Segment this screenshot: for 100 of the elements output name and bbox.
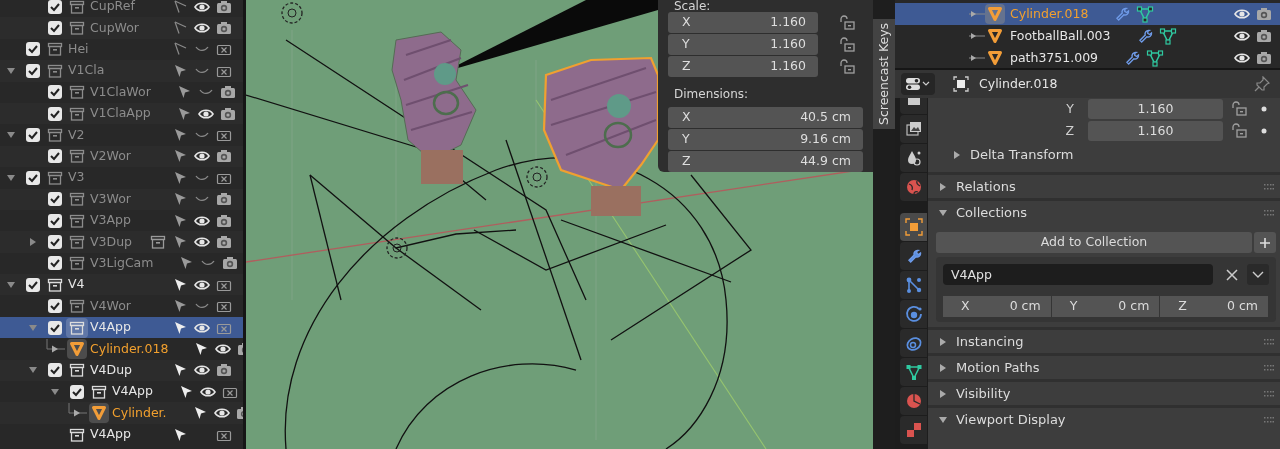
object-name[interactable]: Cylinder.018: [1010, 4, 1089, 24]
drag-handle-icon[interactable]: [1264, 390, 1274, 397]
checkbox[interactable]: [48, 363, 62, 378]
camera-icon[interactable]: [219, 84, 236, 101]
cursor-arrow-icon[interactable]: [172, 276, 188, 293]
unlock-icon[interactable]: [839, 15, 855, 32]
dimension-field[interactable]: Y 9.16 cm: [668, 129, 863, 150]
checkbox[interactable]: [26, 128, 40, 143]
collapse-arrow-icon[interactable]: [6, 65, 16, 76]
checkbox[interactable]: [48, 192, 62, 207]
properties-tab[interactable]: [900, 300, 927, 328]
camera-icon[interactable]: [216, 362, 232, 379]
collection-name[interactable]: V4App: [88, 425, 131, 444]
cursor-arrow-icon[interactable]: [172, 319, 188, 336]
expand-arrow-icon[interactable]: [952, 150, 962, 160]
drag-handle-icon[interactable]: [1264, 364, 1274, 371]
properties-tab[interactable]: [900, 115, 927, 143]
collection-name[interactable]: Hei: [66, 40, 89, 59]
collection-name[interactable]: V2: [66, 125, 85, 145]
expand-arrow-icon[interactable]: [28, 237, 38, 247]
scale-field[interactable]: 1.160: [1088, 121, 1223, 141]
drag-handle-icon[interactable]: [1264, 416, 1274, 423]
panel-title[interactable]: Visibility: [956, 383, 1011, 404]
checkbox[interactable]: [48, 85, 62, 100]
camera-icon[interactable]: [222, 255, 239, 272]
collapse-arrow-icon[interactable]: [938, 414, 948, 425]
collection-name[interactable]: V3Wor: [88, 189, 131, 209]
checkbox[interactable]: [70, 384, 84, 399]
camera-icon[interactable]: [216, 191, 232, 208]
sidebar-tab[interactable]: Screencast Keys: [873, 19, 895, 129]
expand-arrow-icon[interactable]: [938, 362, 948, 373]
collection-name[interactable]: V4Dup: [88, 360, 132, 380]
collapse-arrow-icon[interactable]: [6, 172, 16, 183]
properties-tab[interactable]: [900, 242, 927, 270]
collection-name[interactable]: V2Wor: [88, 147, 131, 166]
cursor-arrow-icon[interactable]: [172, 169, 188, 186]
camera-icon[interactable]: [216, 148, 232, 165]
panel-title[interactable]: Collections: [956, 202, 1028, 223]
offset-field[interactable]: Y 0 cm: [1051, 296, 1160, 317]
cursor-arrow-icon[interactable]: [172, 212, 188, 229]
expand-arrow-icon[interactable]: [938, 336, 948, 347]
cursor-arrow-icon[interactable]: [172, 426, 188, 443]
camera-icon[interactable]: [1256, 50, 1272, 66]
panel-title[interactable]: Motion Paths: [956, 357, 1040, 378]
collection-name[interactable]: V1Cla: [66, 61, 105, 81]
drag-handle-icon[interactable]: [1264, 338, 1274, 345]
object-name[interactable]: FootballBall.003: [1010, 26, 1111, 46]
properties-tab[interactable]: [900, 358, 927, 386]
mesh-object-icon[interactable]: [985, 48, 1005, 68]
collection-name[interactable]: V4App: [88, 318, 131, 337]
scale-field[interactable]: X 1.160: [668, 12, 818, 33]
expand-arrow-icon[interactable]: [938, 181, 948, 192]
dimension-field[interactable]: X 40.5 cm: [668, 107, 863, 128]
camera-icon[interactable]: [219, 105, 236, 122]
cursor-arrow-icon[interactable]: [172, 127, 188, 144]
checkbox[interactable]: [48, 320, 62, 335]
mesh-data-icon[interactable]: [1146, 49, 1165, 67]
wrench-icon[interactable]: [1136, 28, 1153, 44]
panel-title[interactable]: Relations: [956, 176, 1016, 197]
checkbox[interactable]: [26, 63, 40, 78]
mesh-object-icon[interactable]: [67, 338, 87, 359]
collapse-arrow-icon[interactable]: [50, 386, 60, 397]
unlock-icon[interactable]: [839, 37, 855, 54]
dropdown-button[interactable]: [1247, 264, 1269, 285]
collection-name[interactable]: V3: [66, 168, 85, 188]
mesh-object-icon[interactable]: [89, 403, 109, 424]
properties-tab[interactable]: [900, 144, 927, 172]
collection-name[interactable]: CupRef: [88, 0, 135, 17]
collapse-arrow-icon[interactable]: [938, 207, 948, 218]
camera-icon[interactable]: [216, 0, 232, 15]
offset-field[interactable]: Z 0 cm: [1160, 296, 1268, 317]
panel-title[interactable]: Instancing: [956, 331, 1024, 352]
object-name[interactable]: path3751.009: [1010, 48, 1099, 68]
mesh-data-icon[interactable]: [1158, 27, 1177, 45]
unlock-icon[interactable]: [839, 59, 855, 76]
scale-field[interactable]: Z 1.160: [668, 56, 818, 77]
cursor-arrow-outline-icon[interactable]: [172, 0, 188, 15]
offset-field[interactable]: X 0 cm: [943, 296, 1051, 317]
panel-title[interactable]: Delta Transform: [970, 145, 1074, 165]
camera-icon[interactable]: [216, 20, 232, 37]
camera-icon[interactable]: [1256, 6, 1272, 22]
camera-icon[interactable]: [216, 212, 232, 229]
mesh-object-icon[interactable]: [985, 26, 1005, 46]
collection-name[interactable]: V4Wor: [88, 296, 131, 316]
mesh-data-icon[interactable]: [1136, 5, 1155, 23]
checkbox[interactable]: [48, 149, 62, 164]
expand-arrow-icon[interactable]: [938, 388, 948, 399]
collection-name[interactable]: V3Dup: [88, 232, 132, 252]
collection-name[interactable]: V1ClaWor: [88, 82, 151, 102]
checkbox[interactable]: [48, 0, 62, 14]
properties-tab[interactable]: [900, 213, 927, 241]
checkbox[interactable]: [48, 299, 62, 314]
scale-field[interactable]: Y 1.160: [668, 34, 818, 55]
add-to-collection-button[interactable]: Add to Collection: [936, 232, 1252, 253]
cursor-arrow-icon[interactable]: [172, 298, 188, 315]
checkbox[interactable]: [26, 277, 40, 292]
pin-icon[interactable]: [1254, 76, 1270, 92]
checkbox[interactable]: [48, 213, 62, 228]
checkbox[interactable]: [26, 42, 40, 57]
properties-tab[interactable]: [900, 387, 927, 415]
